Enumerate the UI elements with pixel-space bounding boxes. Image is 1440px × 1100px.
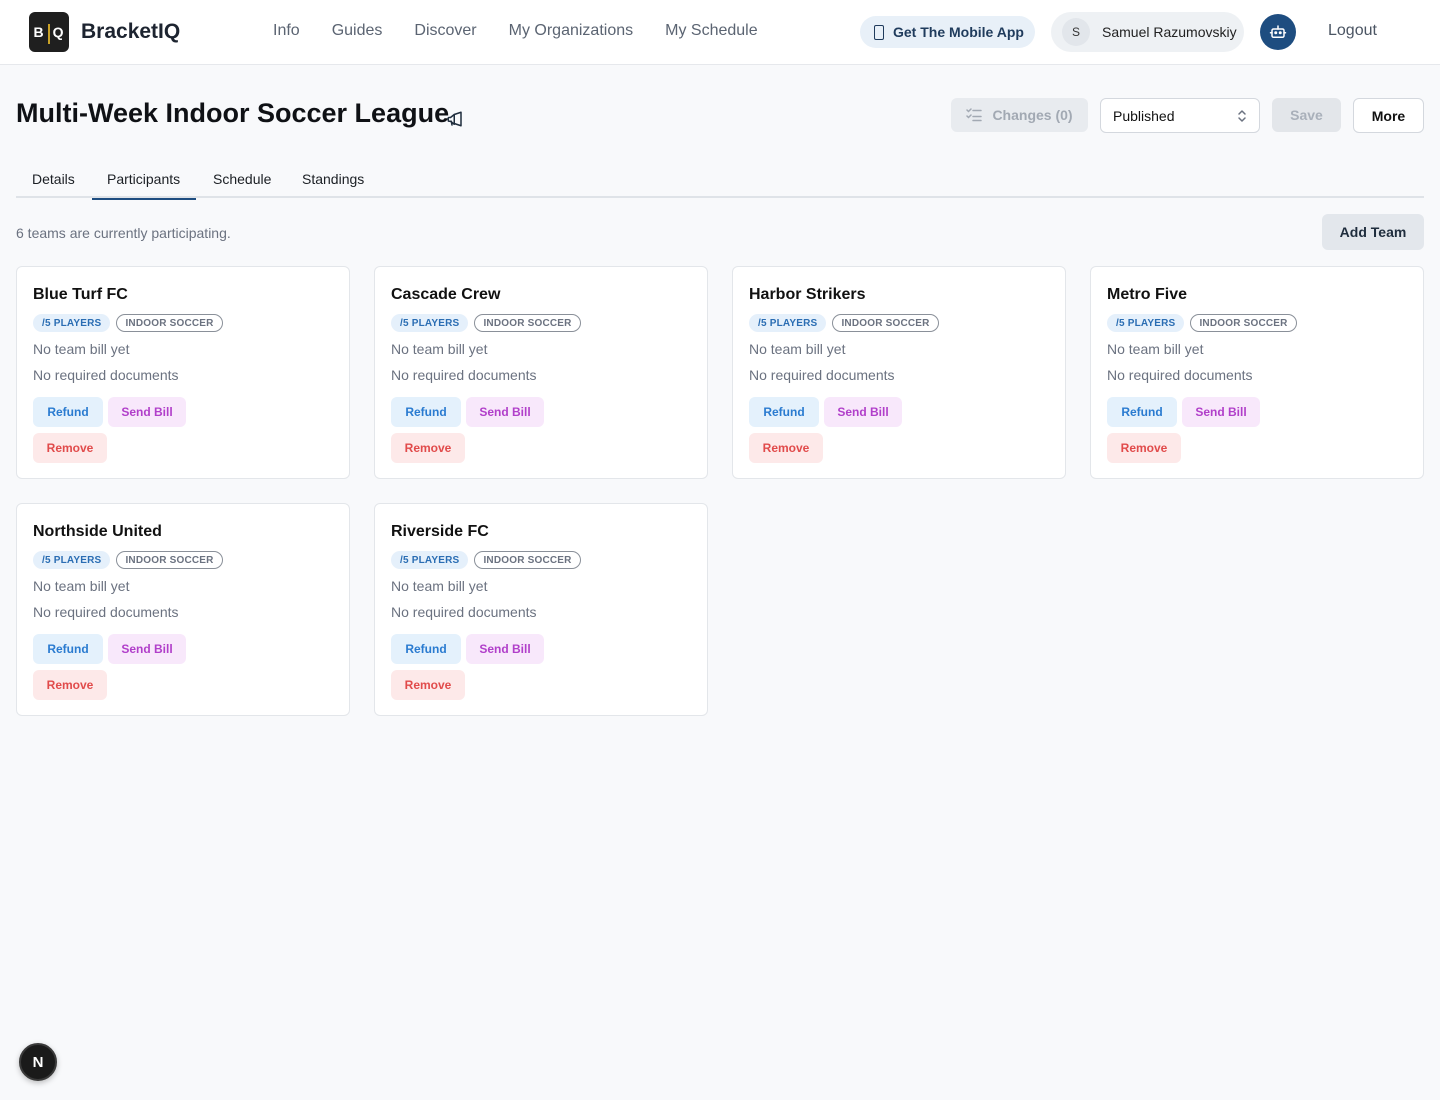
mobile-app-label: Get The Mobile App: [893, 24, 1024, 40]
team-name[interactable]: Riverside FC: [391, 523, 489, 541]
team-bill-status: No team bill yet: [33, 341, 130, 357]
nav-guides[interactable]: Guides: [332, 22, 383, 40]
team-card: Cascade Crew /5 PLAYERS INDOOR SOCCER No…: [374, 266, 708, 479]
team-name[interactable]: Northside United: [33, 523, 162, 541]
page-title: Multi-Week Indoor Soccer League: [16, 98, 450, 128]
team-card: Northside United /5 PLAYERS INDOOR SOCCE…: [16, 503, 350, 716]
save-button[interactable]: Save: [1272, 98, 1341, 132]
players-badge: /5 PLAYERS: [391, 551, 469, 569]
status-select[interactable]: Published: [1100, 98, 1260, 133]
players-badge: /5 PLAYERS: [391, 314, 469, 332]
send-bill-button[interactable]: Send Bill: [466, 634, 544, 664]
team-documents-status: No required documents: [749, 367, 895, 383]
assistant-bot-button[interactable]: [1260, 14, 1296, 50]
nav-discover[interactable]: Discover: [414, 22, 476, 40]
refund-button[interactable]: Refund: [749, 397, 819, 427]
tab-schedule[interactable]: Schedule: [213, 171, 271, 187]
remove-button[interactable]: Remove: [33, 670, 107, 700]
top-navbar: B Q BracketIQ Info Guides Discover My Or…: [0, 0, 1440, 65]
team-badges: /5 PLAYERS INDOOR SOCCER: [33, 314, 223, 332]
logo-icon[interactable]: B Q: [29, 12, 69, 52]
get-mobile-app-button[interactable]: Get The Mobile App: [860, 16, 1035, 48]
team-name[interactable]: Cascade Crew: [391, 286, 500, 304]
refund-button[interactable]: Refund: [391, 397, 461, 427]
status-value: Published: [1113, 107, 1175, 124]
refund-button[interactable]: Refund: [33, 634, 103, 664]
robot-icon: [1269, 25, 1287, 38]
send-bill-button[interactable]: Send Bill: [108, 634, 186, 664]
team-name[interactable]: Harbor Strikers: [749, 286, 866, 304]
checklist-icon: [966, 108, 983, 122]
tab-standings[interactable]: Standings: [302, 171, 364, 187]
participants-summary: 6 teams are currently participating.: [16, 225, 231, 241]
team-bill-status: No team bill yet: [749, 341, 846, 357]
refund-button[interactable]: Refund: [1107, 397, 1177, 427]
nav-my-schedule[interactable]: My Schedule: [665, 22, 758, 40]
remove-button[interactable]: Remove: [1107, 433, 1181, 463]
changes-label: Changes (0): [992, 107, 1073, 123]
refund-button[interactable]: Refund: [391, 634, 461, 664]
players-badge: /5 PLAYERS: [33, 314, 111, 332]
phone-icon: [874, 24, 884, 40]
megaphone-icon[interactable]: [446, 110, 464, 133]
team-card: Harbor Strikers /5 PLAYERS INDOOR SOCCER…: [732, 266, 1066, 479]
dev-tools-badge[interactable]: N: [19, 1043, 57, 1081]
tab-participants[interactable]: Participants: [91, 171, 197, 200]
more-button[interactable]: More: [1353, 98, 1424, 133]
sport-badge: INDOOR SOCCER: [116, 551, 223, 569]
user-menu[interactable]: S Samuel Razumovskiy: [1051, 12, 1244, 52]
nav-info[interactable]: Info: [273, 22, 300, 40]
send-bill-button[interactable]: Send Bill: [1182, 397, 1260, 427]
team-badges: /5 PLAYERS INDOOR SOCCER: [391, 314, 581, 332]
team-documents-status: No required documents: [391, 604, 537, 620]
players-badge: /5 PLAYERS: [1107, 314, 1185, 332]
team-badges: /5 PLAYERS INDOOR SOCCER: [1107, 314, 1297, 332]
logo-letter-left: B: [33, 24, 45, 40]
sport-badge: INDOOR SOCCER: [116, 314, 223, 332]
send-bill-button[interactable]: Send Bill: [108, 397, 186, 427]
team-name[interactable]: Metro Five: [1107, 286, 1187, 304]
refund-button[interactable]: Refund: [33, 397, 103, 427]
sport-badge: INDOOR SOCCER: [474, 314, 581, 332]
remove-button[interactable]: Remove: [749, 433, 823, 463]
team-badges: /5 PLAYERS INDOOR SOCCER: [33, 551, 223, 569]
players-badge: /5 PLAYERS: [33, 551, 111, 569]
changes-button[interactable]: Changes (0): [951, 98, 1088, 132]
avatar: S: [1062, 18, 1090, 46]
chevron-updown-icon: [1238, 109, 1246, 122]
sport-badge: INDOOR SOCCER: [1190, 314, 1297, 332]
team-badges: /5 PLAYERS INDOOR SOCCER: [749, 314, 939, 332]
sport-badge: INDOOR SOCCER: [474, 551, 581, 569]
team-card: Blue Turf FC /5 PLAYERS INDOOR SOCCER No…: [16, 266, 350, 479]
team-name[interactable]: Blue Turf FC: [33, 286, 128, 304]
team-documents-status: No required documents: [391, 367, 537, 383]
team-documents-status: No required documents: [33, 367, 179, 383]
team-card: Riverside FC /5 PLAYERS INDOOR SOCCER No…: [374, 503, 708, 716]
app-name[interactable]: BracketIQ: [81, 20, 180, 44]
team-bill-status: No team bill yet: [33, 578, 130, 594]
logo-letter-right: Q: [52, 24, 65, 40]
team-bill-status: No team bill yet: [1107, 341, 1204, 357]
players-badge: /5 PLAYERS: [749, 314, 827, 332]
send-bill-button[interactable]: Send Bill: [466, 397, 544, 427]
team-bill-status: No team bill yet: [391, 341, 488, 357]
logo-divider: [47, 24, 50, 44]
tab-details[interactable]: Details: [32, 171, 75, 187]
send-bill-button[interactable]: Send Bill: [824, 397, 902, 427]
main-nav: Info Guides Discover My Organizations My…: [273, 22, 790, 40]
remove-button[interactable]: Remove: [391, 433, 465, 463]
remove-button[interactable]: Remove: [391, 670, 465, 700]
tab-bar: Details Participants Schedule Standings: [16, 162, 1424, 200]
add-team-button[interactable]: Add Team: [1322, 214, 1424, 250]
team-badges: /5 PLAYERS INDOOR SOCCER: [391, 551, 581, 569]
team-card: Metro Five /5 PLAYERS INDOOR SOCCER No t…: [1090, 266, 1424, 479]
team-documents-status: No required documents: [33, 604, 179, 620]
user-name: Samuel Razumovskiy: [1102, 24, 1237, 40]
logout-link[interactable]: Logout: [1328, 22, 1377, 40]
sport-badge: INDOOR SOCCER: [832, 314, 939, 332]
team-bill-status: No team bill yet: [391, 578, 488, 594]
team-documents-status: No required documents: [1107, 367, 1253, 383]
remove-button[interactable]: Remove: [33, 433, 107, 463]
nav-my-organizations[interactable]: My Organizations: [509, 22, 634, 40]
